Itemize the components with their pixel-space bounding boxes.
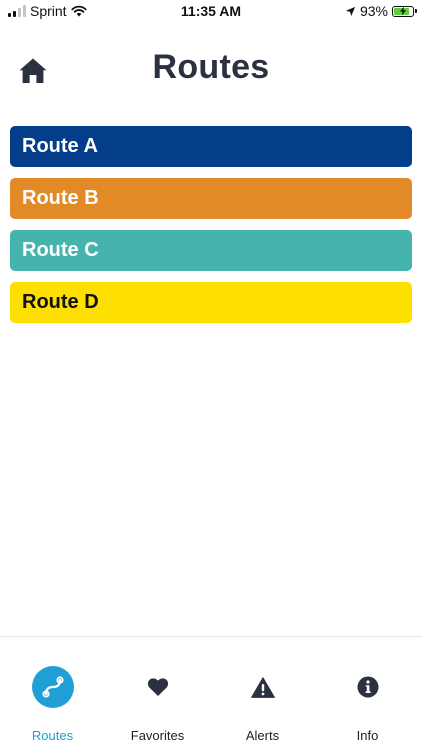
routes-screen: Sprint 11:35 AM 93% Routes Route A Route… — [0, 0, 422, 750]
heart-icon — [147, 678, 168, 696]
tab-label: Routes — [31, 728, 74, 743]
status-right: 93% — [345, 3, 417, 19]
tab-label: Info — [356, 728, 379, 743]
header: Routes — [0, 44, 422, 94]
status-bar: Sprint 11:35 AM 93% — [0, 0, 422, 24]
tab-alerts[interactable]: Alerts — [210, 637, 315, 750]
tab-routes-icon-bg — [31, 666, 74, 708]
tab-routes[interactable]: Routes — [0, 637, 105, 750]
route-label: Route B — [22, 187, 99, 209]
route-label: Route D — [22, 291, 99, 313]
tab-bar: Routes Favorites Alerts Info — [0, 636, 422, 750]
location-arrow-icon — [345, 6, 356, 16]
battery-percent: 93% — [359, 3, 388, 19]
route-item-d[interactable]: Route D — [10, 282, 412, 323]
bolt-icon — [400, 6, 406, 16]
route-item-a[interactable]: Route A — [10, 126, 412, 167]
route-icon — [41, 676, 64, 698]
tab-favorites[interactable]: Favorites — [105, 637, 210, 750]
route-item-c[interactable]: Route C — [10, 230, 412, 271]
info-icon — [357, 676, 378, 698]
route-list: Route A Route B Route C Route D — [10, 126, 412, 334]
route-item-b[interactable]: Route B — [10, 178, 412, 219]
battery-charging-icon — [392, 5, 417, 17]
tab-label: Alerts — [245, 728, 280, 743]
tab-label: Favorites — [130, 728, 185, 743]
page-title: Routes — [152, 48, 270, 86]
route-label: Route A — [22, 135, 98, 157]
tab-info[interactable]: Info — [315, 637, 420, 750]
route-label: Route C — [22, 239, 99, 261]
warning-icon — [250, 676, 275, 698]
